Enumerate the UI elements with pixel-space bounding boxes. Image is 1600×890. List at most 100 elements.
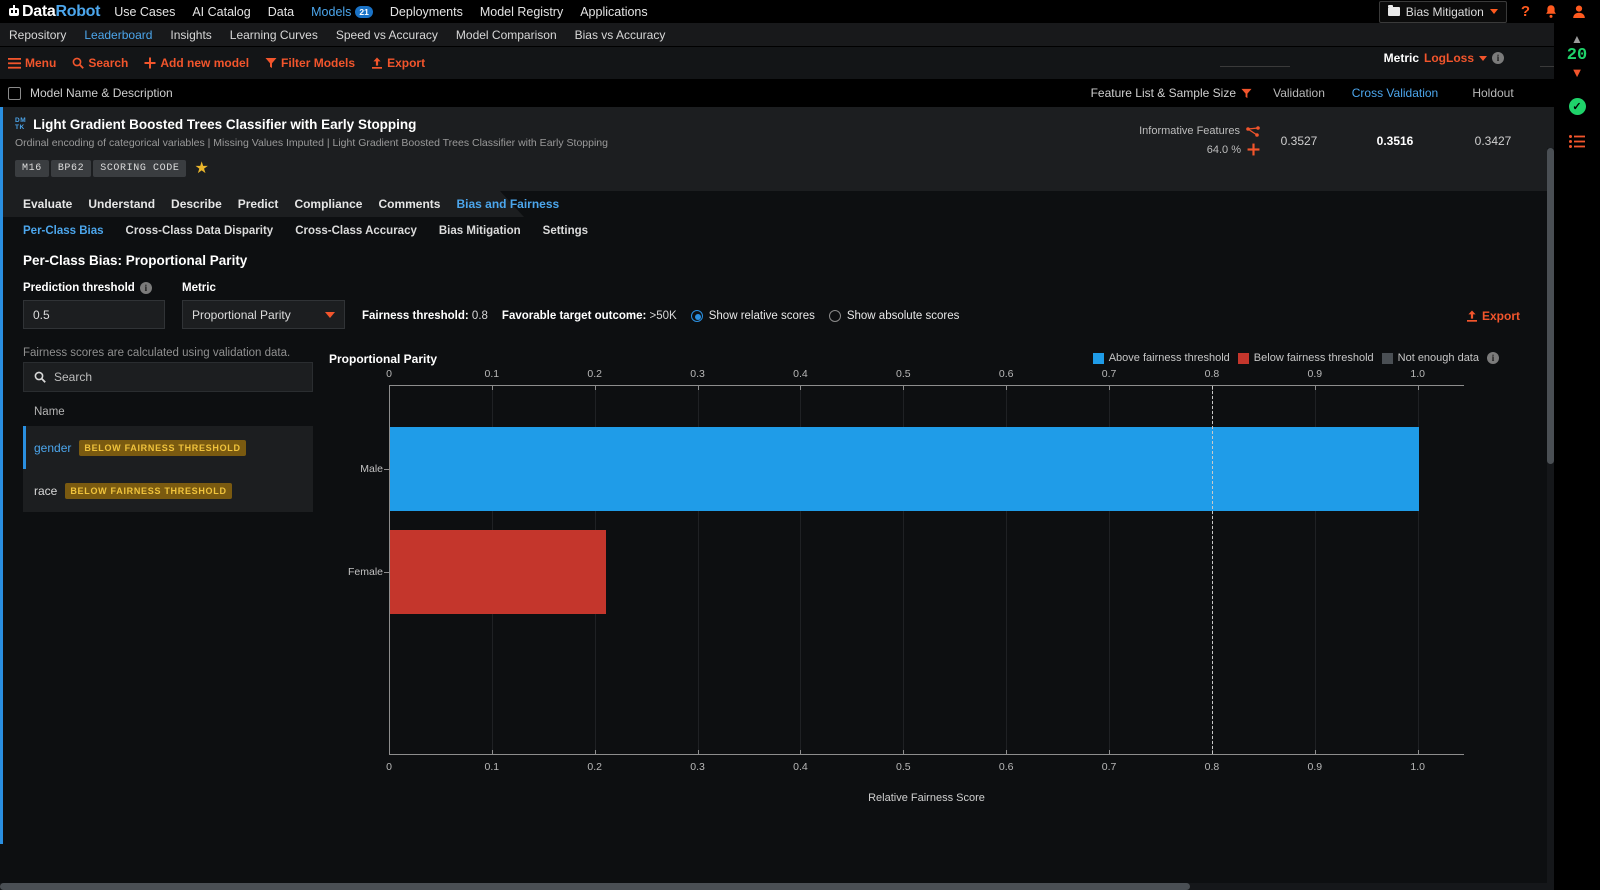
chart-plot-area: 00.10.20.30.40.50.60.70.80.91.0 00.10.20… <box>389 385 1464 755</box>
top-navigation-bar: DataRobot Use Cases AI Catalog Data Mode… <box>0 0 1600 23</box>
select-all-checkbox[interactable] <box>8 87 21 100</box>
filter-models-button[interactable]: Filter Models <box>265 56 355 70</box>
datarobot-logo[interactable]: DataRobot <box>8 3 100 21</box>
filter-icon[interactable] <box>1241 88 1252 99</box>
chart-bar[interactable] <box>390 530 606 614</box>
subtab-settings[interactable]: Settings <box>543 225 588 237</box>
check-circle-icon[interactable]: ✓ <box>1569 98 1586 115</box>
export-toolbar-button[interactable]: Export <box>371 56 425 70</box>
vertical-scrollbar[interactable] <box>1547 148 1554 890</box>
chart-bar[interactable] <box>390 427 1419 511</box>
prediction-threshold-input[interactable]: 0.5 <box>23 300 165 329</box>
subnav-speed-vs-accuracy[interactable]: Speed vs Accuracy <box>336 28 438 42</box>
search-button[interactable]: Search <box>72 56 128 70</box>
add-new-model-button[interactable]: Add new model <box>144 56 249 70</box>
nav-item-data[interactable]: Data <box>268 5 294 19</box>
help-icon[interactable]: ? <box>1521 3 1530 20</box>
feature-list-name: Informative Features <box>1139 125 1240 137</box>
filter-icon <box>265 57 277 69</box>
bell-icon[interactable] <box>1544 4 1558 19</box>
metric-selector[interactable]: Metric LogLoss i <box>1384 51 1504 65</box>
nav-item-ai-catalog[interactable]: AI Catalog <box>192 5 250 19</box>
nav-item-deployments[interactable]: Deployments <box>390 5 463 19</box>
subtab-cross-class-accuracy[interactable]: Cross-Class Accuracy <box>295 225 417 237</box>
subnav-learning-curves[interactable]: Learning Curves <box>230 28 318 42</box>
chart-ycategory-label: Female <box>337 566 383 578</box>
tab-predict[interactable]: Predict <box>238 197 279 211</box>
nav-item-use-cases[interactable]: Use Cases <box>114 5 175 19</box>
chevron-up-icon[interactable]: ▲ <box>1571 33 1583 45</box>
chart-tick <box>800 750 801 755</box>
chart-ytick <box>384 469 389 470</box>
dmtk-line2: TK <box>15 124 25 131</box>
feature-search-input[interactable]: Search <box>23 362 313 392</box>
radio-relative-label: Show relative scores <box>709 310 815 322</box>
chevron-down-icon <box>1490 9 1498 14</box>
legend-not-enough-label: Not enough data <box>1398 352 1479 364</box>
column-holdout[interactable]: Holdout <box>1448 86 1538 100</box>
legend-swatch-gray <box>1382 353 1393 364</box>
tab-bias-and-fairness[interactable]: Bias and Fairness <box>456 197 559 211</box>
chart-xtick-label-top: 0.9 <box>1308 368 1323 380</box>
subnav-leaderboard[interactable]: Leaderboard <box>84 28 152 42</box>
legend-swatch-blue <box>1093 353 1104 364</box>
model-title-row: DM TK Light Gradient Boosted Trees Class… <box>15 117 1600 132</box>
legend-info-icon[interactable]: i <box>1487 352 1499 364</box>
holdout-score: 0.3427 <box>1448 134 1538 148</box>
chart-legend: Above fairness threshold Below fairness … <box>1093 352 1499 364</box>
worker-count: 20 <box>1567 46 1587 65</box>
model-chip-m16: M16 <box>15 160 49 177</box>
chevron-down-icon[interactable]: ▼ <box>1571 66 1584 79</box>
menu-button-label: Menu <box>25 56 56 70</box>
prediction-threshold-info-icon[interactable]: i <box>140 282 152 294</box>
tab-understand[interactable]: Understand <box>88 197 155 211</box>
chart-xtick-label-top: 0.6 <box>999 368 1014 380</box>
subnav-model-comparison[interactable]: Model Comparison <box>456 28 557 42</box>
horizontal-scrollbar-thumb[interactable] <box>0 883 1190 890</box>
column-validation[interactable]: Validation <box>1254 86 1344 100</box>
export-chart-button[interactable]: Export <box>1466 309 1520 323</box>
user-avatar-icon[interactable] <box>1572 4 1586 19</box>
search-button-label: Search <box>88 56 128 70</box>
subtab-bias-mitigation[interactable]: Bias Mitigation <box>439 225 521 237</box>
nav-item-models[interactable]: Models21 <box>311 5 373 19</box>
model-tabs-bar: Evaluate Understand Describe Predict Com… <box>0 191 1600 217</box>
nav-item-model-registry[interactable]: Model Registry <box>480 5 563 19</box>
bias-fairness-subtabs: Per-Class Bias Cross-Class Data Disparit… <box>0 217 1600 244</box>
list-item-race[interactable]: race BELOW FAIRNESS THRESHOLD <box>23 469 313 512</box>
subnav-insights[interactable]: Insights <box>170 28 211 42</box>
list-item-gender[interactable]: gender BELOW FAIRNESS THRESHOLD <box>23 426 313 469</box>
subnav-bias-vs-accuracy[interactable]: Bias vs Accuracy <box>575 28 666 42</box>
star-icon[interactable]: ★ <box>194 158 208 178</box>
subtab-cross-class-data-disparity[interactable]: Cross-Class Data Disparity <box>126 225 274 237</box>
metric-dropdown-value: Proportional Parity <box>192 308 291 322</box>
sample-size-value: 64.0 % <box>1207 144 1241 156</box>
chart-xtick-label-bottom: 0 <box>386 761 392 773</box>
per-class-bias-panel: Per-Class Bias: Proportional Parity Pred… <box>0 244 1600 844</box>
subtab-per-class-bias[interactable]: Per-Class Bias <box>23 225 104 237</box>
prediction-threshold-label: Prediction threshold i <box>23 282 165 294</box>
tab-comments[interactable]: Comments <box>378 197 440 211</box>
chart-xtick-label-top: 0.5 <box>896 368 911 380</box>
menu-button[interactable]: Menu <box>8 56 56 70</box>
leaderboard-model-row[interactable]: DM TK Light Gradient Boosted Trees Class… <box>0 107 1600 191</box>
column-cross-validation[interactable]: Cross Validation <box>1350 86 1440 100</box>
vertical-scrollbar-thumb[interactable] <box>1547 148 1554 464</box>
legend-above-label: Above fairness threshold <box>1109 352 1230 364</box>
radio-show-absolute-scores[interactable]: Show absolute scores <box>829 310 960 322</box>
nav-item-applications[interactable]: Applications <box>580 5 647 19</box>
horizontal-scrollbar[interactable] <box>0 883 1554 890</box>
metric-info-icon[interactable]: i <box>1492 52 1504 64</box>
metric-dropdown[interactable]: Proportional Parity <box>182 300 345 329</box>
tab-compliance[interactable]: Compliance <box>294 197 362 211</box>
subnav-repository[interactable]: Repository <box>9 28 66 42</box>
project-selector[interactable]: Bias Mitigation <box>1379 1 1507 23</box>
tab-describe[interactable]: Describe <box>171 197 222 211</box>
protected-features-list: Search Name gender BELOW FAIRNESS THRESH… <box>23 362 313 512</box>
chart-xtick-label-bottom: 0.7 <box>1102 761 1117 773</box>
radio-show-relative-scores[interactable]: Show relative scores <box>691 310 815 322</box>
metric-dropdown-label: Metric <box>182 282 345 294</box>
list-item-race-name: race <box>34 484 57 498</box>
tab-evaluate[interactable]: Evaluate <box>23 197 72 211</box>
list-icon[interactable] <box>1569 135 1585 149</box>
